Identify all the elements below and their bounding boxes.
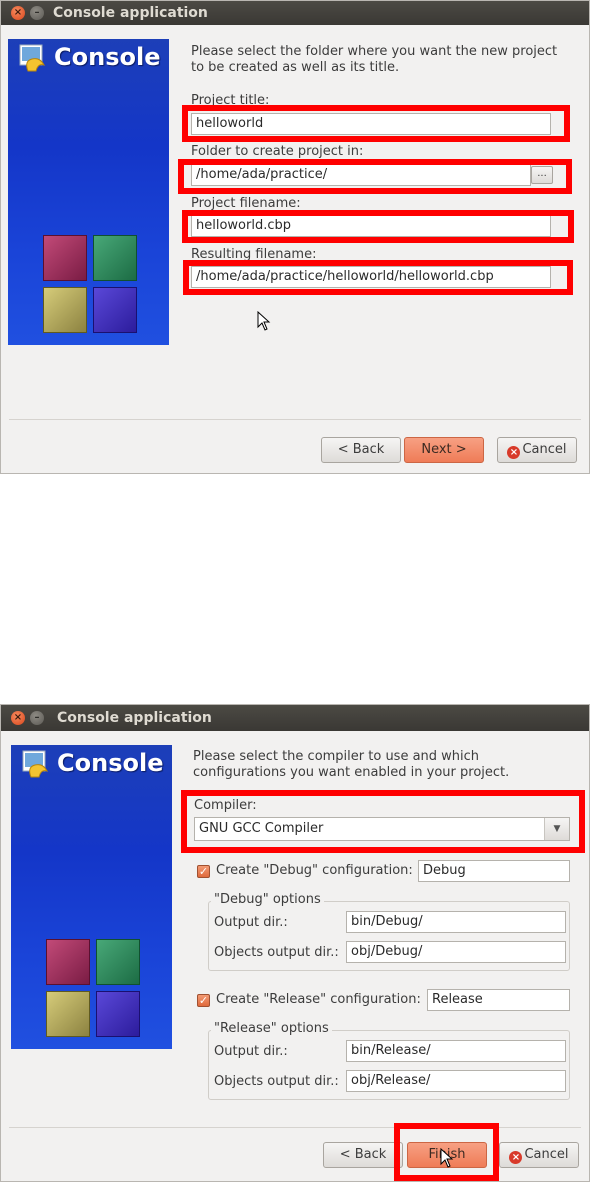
intro-text: Please select the compiler to use and wh… — [193, 749, 510, 780]
codeblocks-cubes-image — [43, 235, 143, 345]
release-options-title: "Release" options — [211, 1021, 332, 1036]
debug-config-label: Create "Debug" configuration: — [216, 863, 413, 878]
cancel-button[interactable]: × Cancel — [497, 437, 577, 463]
release-objects-dir-input[interactable]: obj/Release/ — [346, 1070, 566, 1092]
codeblocks-logo-icon — [19, 44, 45, 72]
debug-name-input[interactable]: Debug — [418, 860, 570, 882]
debug-config-checkbox[interactable]: ✓ — [197, 865, 210, 878]
close-window-button[interactable]: × — [11, 6, 25, 20]
console-app-dialog-step2: × – Console application Console Please s… — [0, 704, 590, 1182]
minimize-window-button[interactable]: – — [30, 6, 44, 20]
cancel-button[interactable]: × Cancel — [499, 1142, 579, 1168]
release-config-checkbox[interactable]: ✓ — [197, 994, 210, 1007]
debug-output-dir-label: Output dir.: — [214, 915, 288, 930]
banner-title: Console — [57, 749, 164, 777]
cancel-icon: × — [509, 1151, 523, 1164]
window-title: Console application — [53, 5, 208, 21]
window-title: Console application — [57, 710, 212, 726]
highlight-filename — [182, 210, 574, 243]
button-separator — [9, 419, 581, 420]
codeblocks-logo-icon — [22, 750, 48, 778]
release-objects-dir-label: Objects output dir.: — [214, 1074, 339, 1089]
release-config-label: Create "Release" configuration: — [216, 992, 421, 1007]
wizard-banner: Console — [11, 745, 172, 1049]
back-button[interactable]: < Back — [323, 1142, 403, 1168]
minimize-window-button[interactable]: – — [30, 711, 44, 725]
debug-options-title: "Debug" options — [211, 892, 324, 907]
banner-title: Console — [54, 43, 161, 71]
folder-label: Folder to create project in: — [191, 144, 364, 159]
mouse-pointer-icon — [257, 311, 271, 331]
debug-objects-dir-input[interactable]: obj/Debug/ — [346, 941, 566, 963]
highlight-resulting-filename — [183, 260, 573, 295]
intro-text: Please select the folder where you want … — [191, 44, 558, 75]
release-output-dir-input[interactable]: bin/Release/ — [346, 1040, 566, 1062]
highlight-compiler — [181, 790, 585, 853]
title-bar: × – Console application — [1, 705, 589, 731]
codeblocks-cubes-image — [46, 939, 146, 1049]
mouse-pointer-icon — [440, 1148, 454, 1168]
debug-output-dir-input[interactable]: bin/Debug/ — [346, 911, 566, 933]
title-bar: × – Console application — [1, 1, 589, 25]
release-output-dir-label: Output dir.: — [214, 1044, 288, 1059]
highlight-folder — [178, 159, 572, 194]
debug-objects-dir-label: Objects output dir.: — [214, 945, 339, 960]
release-name-input[interactable]: Release — [427, 989, 570, 1011]
highlight-project-title — [182, 105, 570, 142]
cancel-label: Cancel — [522, 442, 567, 457]
project-filename-label: Project filename: — [191, 196, 301, 211]
wizard-banner: Console — [8, 39, 169, 345]
close-window-button[interactable]: × — [11, 711, 25, 725]
back-button[interactable]: < Back — [321, 437, 401, 463]
console-app-dialog-step1: × – Console application Console Please s… — [0, 0, 590, 474]
next-button[interactable]: Next > — [404, 437, 484, 463]
cancel-icon: × — [507, 446, 521, 459]
cancel-label: Cancel — [524, 1147, 569, 1162]
